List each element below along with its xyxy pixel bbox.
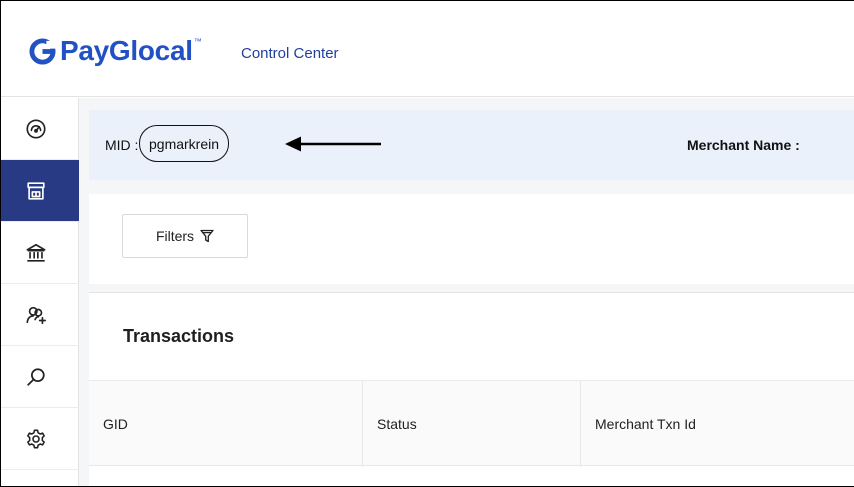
bank-icon [26,243,46,262]
add-user-icon [26,306,46,324]
filters-panel: Filters [89,194,854,284]
arrow-left-icon [285,136,381,152]
sidebar-item-search[interactable] [1,346,79,408]
sidebar-nav [1,98,79,486]
sidebar-item-dashboard[interactable] [1,98,79,160]
filters-button[interactable]: Filters [122,214,248,258]
column-header-gid[interactable]: GID [89,381,363,467]
mid-value: pgmarkrein [139,125,230,162]
column-header-merchant-txn-id[interactable]: Merchant Txn Id [581,381,854,467]
transactions-table-header: GID Status Merchant Txn Id [89,380,854,467]
dashboard-icon [26,118,46,139]
mid-label: MID : [105,137,139,153]
app-frame: PayGlocal ™ Control Center MID: pgmarkr… [0,0,854,487]
transactions-title: Transactions [123,326,235,346]
column-header-status[interactable]: Status [363,381,581,467]
product-name: Control Center [241,45,339,62]
transactions-panel: Transactions GID Status Merchant Txn Id [89,292,854,486]
sidebar-item-bank[interactable] [1,222,79,284]
gear-icon [27,429,45,448]
sidebar-item-settings[interactable] [1,408,79,470]
filters-button-label: Filters [155,228,195,244]
sidebar-item-users[interactable] [1,284,79,346]
main-content: MID : pgmarkrein Merchant Name : Filters… [79,98,854,486]
top-header: PayGlocal ™ Control Center [1,1,854,97]
logo-mark-icon [29,37,56,65]
column-header-label: Status [377,416,417,432]
logo-text: PayGlocal [60,35,193,66]
store-icon [27,181,45,200]
column-header-label: GID [103,416,128,432]
merchant-name-label: Merchant Name : [687,137,800,153]
column-header-label: Merchant Txn Id [595,416,696,432]
search-icon [27,367,45,386]
merchant-info-bar: MID : pgmarkrein Merchant Name : [89,110,854,180]
logo-trademark: ™ [193,36,202,46]
filter-icon [200,229,214,243]
payglocal-logo[interactable]: PayGlocal ™ [29,37,202,65]
sidebar-item-store[interactable] [1,160,79,222]
